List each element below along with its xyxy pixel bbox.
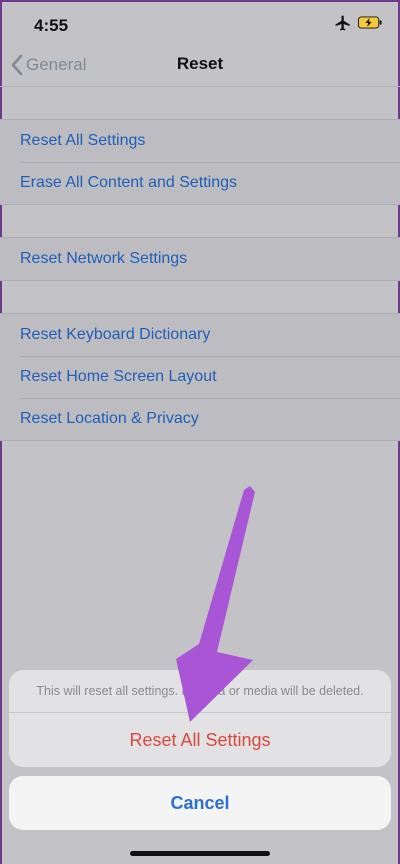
reset-home-screen-layout-row[interactable]: Reset Home Screen Layout — [0, 356, 400, 398]
status-bar: 4:55 — [0, 0, 400, 44]
reset-location-privacy-row[interactable]: Reset Location & Privacy — [0, 398, 400, 440]
erase-all-content-row[interactable]: Erase All Content and Settings — [0, 162, 400, 204]
reset-network-settings-row[interactable]: Reset Network Settings — [0, 238, 400, 280]
row-label: Reset Network Settings — [20, 250, 188, 267]
navigation-bar: General Reset — [0, 44, 400, 87]
settings-group-2: Reset Network Settings — [0, 237, 400, 281]
reset-all-settings-confirm-button[interactable]: Reset All Settings — [9, 713, 391, 767]
cancel-button[interactable]: Cancel — [9, 776, 391, 830]
airplane-icon — [335, 15, 350, 31]
cancel-button-label: Cancel — [170, 792, 230, 813]
action-sheet-message: This will reset all settings. No data or… — [9, 670, 391, 713]
reset-all-settings-row[interactable]: Reset All Settings — [0, 120, 400, 162]
row-label: Reset All Settings — [20, 132, 146, 149]
action-sheet: This will reset all settings. No data or… — [9, 670, 391, 767]
row-label: Erase All Content and Settings — [20, 174, 238, 191]
reset-keyboard-dictionary-row[interactable]: Reset Keyboard Dictionary — [0, 314, 400, 356]
status-time: 4:55 — [34, 16, 69, 35]
settings-group-3: Reset Keyboard Dictionary Reset Home Scr… — [0, 313, 400, 441]
home-indicator — [130, 851, 270, 856]
row-label: Reset Location & Privacy — [20, 410, 199, 427]
row-label: Reset Keyboard Dictionary — [20, 326, 211, 343]
row-label: Reset Home Screen Layout — [20, 368, 217, 385]
settings-group-1: Reset All Settings Erase All Content and… — [0, 119, 400, 205]
battery-charging-icon — [358, 16, 382, 29]
page-title: Reset — [176, 54, 224, 73]
